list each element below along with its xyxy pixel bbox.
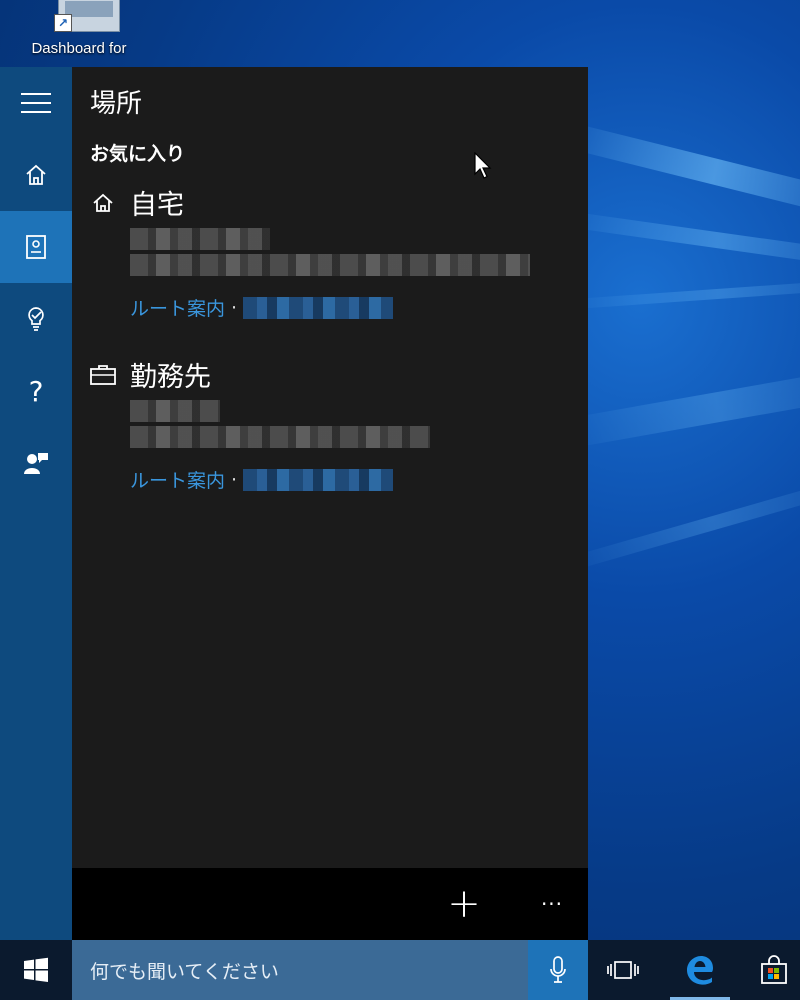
menu-button[interactable] (0, 67, 72, 139)
add-place-button[interactable]: + (428, 868, 500, 940)
rail-home-button[interactable] (0, 139, 72, 211)
notebook-icon (26, 235, 46, 259)
search-placeholder: 何でも聞いてください (90, 960, 279, 983)
place-name: 勤務先 (130, 362, 211, 393)
more-options-button[interactable]: ··· (516, 868, 588, 940)
wallpaper-beam (559, 277, 800, 310)
rail-help-button[interactable]: ? (0, 355, 72, 427)
microphone-icon (550, 956, 566, 983)
windows-logo-icon (24, 957, 48, 982)
separator: · (231, 468, 238, 491)
redacted-address-line (130, 400, 220, 422)
rail-notebook-button[interactable] (0, 211, 72, 283)
store-bag-icon (761, 955, 787, 984)
desktop-shortcut-label: Dashboard for (31, 40, 127, 57)
mouse-cursor-icon (474, 152, 492, 179)
cortana-rail: ? (0, 67, 72, 940)
plus-icon: + (447, 881, 481, 927)
page-title: 場所 (90, 89, 143, 119)
microphone-button[interactable] (528, 940, 588, 1000)
wallpaper-beam (557, 364, 800, 450)
place-item-home[interactable]: 自宅 ルート案内 · (90, 183, 570, 321)
wallpaper-beam (558, 210, 800, 271)
reminder-icon (28, 307, 44, 331)
rail-reminders-button[interactable] (0, 283, 72, 355)
desktop-shortcut-dashboard[interactable]: ↗ Dashboard for (14, 0, 144, 64)
place-name: 自宅 (130, 190, 184, 221)
home-icon (93, 193, 113, 212)
start-button[interactable] (0, 940, 72, 1000)
panel-command-bar: + ··· (72, 868, 588, 940)
taskbar: 何でも聞いてください (0, 940, 800, 1000)
edge-browser-icon (687, 956, 713, 985)
route-guidance-link[interactable]: ルート案内 (130, 294, 225, 321)
store-taskbar-button[interactable] (748, 940, 800, 1000)
wallpaper-beam (556, 120, 800, 224)
place-item-work[interactable]: 勤務先 ルート案内 · (90, 355, 570, 493)
briefcase-icon (90, 364, 116, 385)
redacted-address-line (130, 426, 430, 448)
more-icon: ··· (540, 892, 564, 916)
separator: · (231, 296, 238, 319)
hamburger-icon (21, 93, 51, 113)
redacted-address-line (130, 254, 530, 276)
task-view-button[interactable] (594, 940, 652, 1000)
feedback-icon (24, 453, 48, 474)
cortana-search-box[interactable]: 何でも聞いてください (72, 940, 528, 1000)
rail-feedback-button[interactable] (0, 427, 72, 499)
home-icon (26, 164, 46, 185)
wallpaper-beam (558, 472, 800, 574)
redacted-address-line (130, 228, 270, 250)
redacted-distance (243, 468, 394, 491)
redacted-distance (243, 296, 394, 319)
section-heading-favorites: お気に入り (90, 143, 186, 165)
task-view-icon (607, 961, 639, 979)
route-guidance-link[interactable]: ルート案内 (130, 466, 225, 493)
help-icon: ? (28, 374, 44, 408)
shortcut-arrow-icon: ↗ (54, 14, 72, 32)
edge-taskbar-button[interactable] (670, 940, 730, 1000)
places-panel: 場所 お気に入り 自宅 ルート案内 · 勤務先 ルート案内 · (72, 67, 588, 868)
